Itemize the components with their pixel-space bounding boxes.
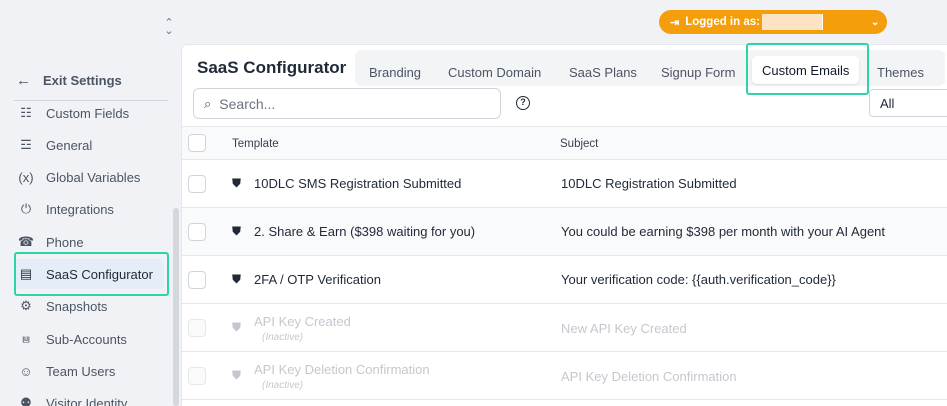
sidebar-item-general[interactable]: ☲ General [14,130,164,160]
template-name[interactable]: 2FA / OTP Verification [254,272,381,287]
users-icon: ☺ [19,363,33,379]
sidebar-item-label: Sub-Accounts [46,331,127,347]
template-name[interactable]: 2. Share & Earn ($398 waiting for you) [254,224,475,239]
gear-icon: ⚙ [20,298,32,313]
tab-highlight-box [746,43,869,95]
user-search-icon: ⚉ [20,395,32,406]
settings-sidebar: ← Exit Settings ☷ Custom Fields ☲ Genera… [0,44,180,406]
tab-themes[interactable]: Themes [877,65,924,80]
row-checkbox[interactable] [188,223,206,241]
exit-settings-link[interactable]: ← Exit Settings [16,72,122,89]
select-all-checkbox[interactable] [188,134,206,152]
tab-saas-plans[interactable]: SaaS Plans [569,65,637,80]
template-name[interactable]: API Key Deletion Confirmation [254,362,430,377]
sidebar-item-label: Phone [46,234,84,250]
tab-custom-domain[interactable]: Custom Domain [448,65,541,80]
sidebar-item-team-users[interactable]: ☺ Team Users [14,356,164,386]
collapse-toggle-icon[interactable]: ⌃ ⌄ [162,18,176,37]
redacted-username [761,14,822,30]
sliders-icon: ☲ [20,137,32,152]
table-row[interactable]: ⛊ API Key Created (Inactive) New API Key… [182,304,947,352]
status-filter-select[interactable]: All [869,89,947,117]
search-box: ⌕ [193,88,501,119]
template-subject: API Key Deletion Confirmation [561,369,737,384]
arrow-left-icon: ← [16,72,31,89]
shield-icon: ⛊ [232,176,242,190]
row-checkbox[interactable] [188,319,206,337]
sidebar-item-visitor-identity[interactable]: ⚉ Visitor Identity [14,388,164,406]
phone-icon: ☎ [17,234,35,249]
shield-icon: ⛊ [232,224,242,238]
row-checkbox[interactable] [188,175,206,193]
table-header: Template Subject [182,126,947,160]
template-name[interactable]: 10DLC SMS Registration Submitted [254,176,461,191]
row-checkbox[interactable] [188,367,206,385]
sidebar-item-sub-accounts[interactable]: ⩏ Sub-Accounts [14,324,164,354]
table-row[interactable]: ⛊ 2FA / OTP Verification Your verificati… [182,256,947,304]
exit-settings-label: Exit Settings [43,73,122,88]
search-input[interactable] [219,95,480,112]
template-subject: Your verification code: {{auth.verificat… [561,272,836,287]
top-bar: ⌃ ⌄ ⇥ Logged in as: ⌄ [0,0,947,44]
template-subject: New API Key Created [561,321,687,336]
search-icon: ⌕ [204,95,212,111]
logged-in-badge[interactable]: ⇥ Logged in as: ⌄ [659,10,887,34]
sidebar-item-label: Global Variables [46,169,141,185]
sidebar-item-custom-fields[interactable]: ☷ Custom Fields [14,98,164,128]
logged-in-label: Logged in as: [685,16,760,28]
sidebar-item-integrations[interactable]: ⏻ Integrations [14,194,164,224]
inactive-status: (Inactive) [262,380,304,391]
column-header-subject: Subject [560,138,599,150]
inactive-status: (Inactive) [262,332,304,343]
table-row[interactable]: ⛊ 2. Share & Earn ($398 waiting for you)… [182,208,947,256]
table-row[interactable]: ⛊ API Key Deletion Confirmation (Inactiv… [182,352,947,400]
row-checkbox[interactable] [188,271,206,289]
template-subject: You could be earning $398 per month with… [561,224,886,239]
sidebar-item-label: Integrations [46,201,114,217]
template-name[interactable]: API Key Created [254,314,351,329]
main-panel: SaaS Configurator Branding Custom Domain… [181,44,947,406]
table-row[interactable]: ⛊ 10DLC SMS Registration Submitted 10DLC… [182,160,947,208]
plug-icon: ⏻ [20,201,32,216]
shield-icon: ⛊ [232,320,242,334]
shield-icon: ⛊ [232,368,242,382]
custom-fields-icon: ☷ [20,105,32,120]
sidebar-item-global-variables[interactable]: (x) Global Variables [14,162,164,192]
sidebar-item-label: Visitor Identity [46,395,128,406]
column-header-template: Template [232,138,279,150]
sidebar-item-label: Team Users [46,363,116,379]
login-icon: ⇥ [670,16,680,29]
template-subject: 10DLC Registration Submitted [561,176,737,191]
chevron-down-icon[interactable]: ⌄ [871,17,879,28]
sidebar-highlight-box [14,252,169,296]
shield-icon: ⛊ [232,272,242,286]
sidebar-item-label: General [46,137,93,153]
help-icon[interactable]: ? [516,96,530,110]
tab-signup-form[interactable]: Signup Form [661,65,735,80]
redacted-account [821,14,865,30]
sidebar-scrollbar[interactable] [173,208,179,406]
variable-icon: (x) [18,169,34,185]
tab-branding[interactable]: Branding [369,65,421,80]
sitemap-icon: ⩏ [22,331,30,346]
page-title: SaaS Configurator [197,58,347,77]
sidebar-item-label: Custom Fields [46,105,130,121]
sidebar-item-label: Snapshots [46,298,108,314]
